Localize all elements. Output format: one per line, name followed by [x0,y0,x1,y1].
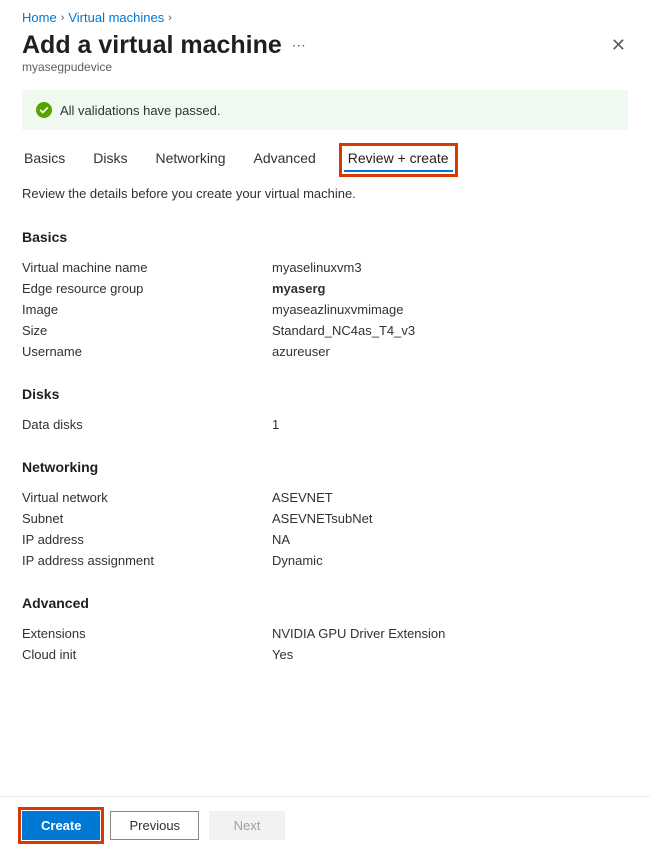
value-size: Standard_NC4as_T4_v3 [272,323,628,338]
value-cloud-init: Yes [272,647,628,662]
value-extensions: NVIDIA GPU Driver Extension [272,626,628,641]
label-vm-name: Virtual machine name [22,260,272,275]
value-virtual-network: ASEVNET [272,490,628,505]
chevron-right-icon: › [168,12,172,24]
label-data-disks: Data disks [22,417,272,432]
previous-button[interactable]: Previous [110,811,199,840]
value-image: myaseazlinuxvmimage [272,302,628,317]
page-title: Add a virtual machine [22,31,282,60]
tab-disks[interactable]: Disks [93,148,127,172]
breadcrumb: Home › Virtual machines › [22,10,628,25]
value-vm-name: myaselinuxvm3 [272,260,628,275]
tab-basics[interactable]: Basics [24,148,65,172]
value-ip-address: NA [272,532,628,547]
section-advanced: Advanced Extensions NVIDIA GPU Driver Ex… [22,595,628,665]
breadcrumb-virtual-machines[interactable]: Virtual machines [68,10,164,25]
validation-banner: All validations have passed. [22,90,628,130]
page-subtitle: myasegpudevice [22,60,628,74]
label-image: Image [22,302,272,317]
next-button: Next [209,811,285,840]
tab-networking[interactable]: Networking [155,148,225,172]
value-edge-resource-group: myaserg [272,281,628,296]
tabs-container: Basics Disks Networking Advanced Review … [22,148,628,172]
check-circle-icon [36,102,52,118]
label-ip-assignment: IP address assignment [22,553,272,568]
label-edge-resource-group: Edge resource group [22,281,272,296]
tab-advanced[interactable]: Advanced [254,148,316,172]
tab-review-create[interactable]: Review + create [344,148,453,172]
label-ip-address: IP address [22,532,272,547]
section-title-disks: Disks [22,386,628,402]
value-data-disks: 1 [272,417,628,432]
label-username: Username [22,344,272,359]
breadcrumb-home[interactable]: Home [22,10,57,25]
close-icon[interactable]: ✕ [611,35,628,56]
label-size: Size [22,323,272,338]
section-networking: Networking Virtual network ASEVNET Subne… [22,459,628,571]
section-title-basics: Basics [22,229,628,245]
section-title-networking: Networking [22,459,628,475]
tab-description: Review the details before you create you… [22,186,628,201]
create-button[interactable]: Create [22,811,100,840]
section-basics: Basics Virtual machine name myaselinuxvm… [22,229,628,362]
value-ip-assignment: Dynamic [272,553,628,568]
value-subnet: ASEVNETsubNet [272,511,628,526]
label-extensions: Extensions [22,626,272,641]
more-menu-icon[interactable]: ⋯ [292,37,307,54]
section-disks: Disks Data disks 1 [22,386,628,435]
value-username: azureuser [272,344,628,359]
label-cloud-init: Cloud init [22,647,272,662]
validation-message: All validations have passed. [60,103,220,118]
chevron-right-icon: › [61,12,65,24]
section-title-advanced: Advanced [22,595,628,611]
label-virtual-network: Virtual network [22,490,272,505]
footer-bar: Create Previous Next [0,796,650,854]
label-subnet: Subnet [22,511,272,526]
